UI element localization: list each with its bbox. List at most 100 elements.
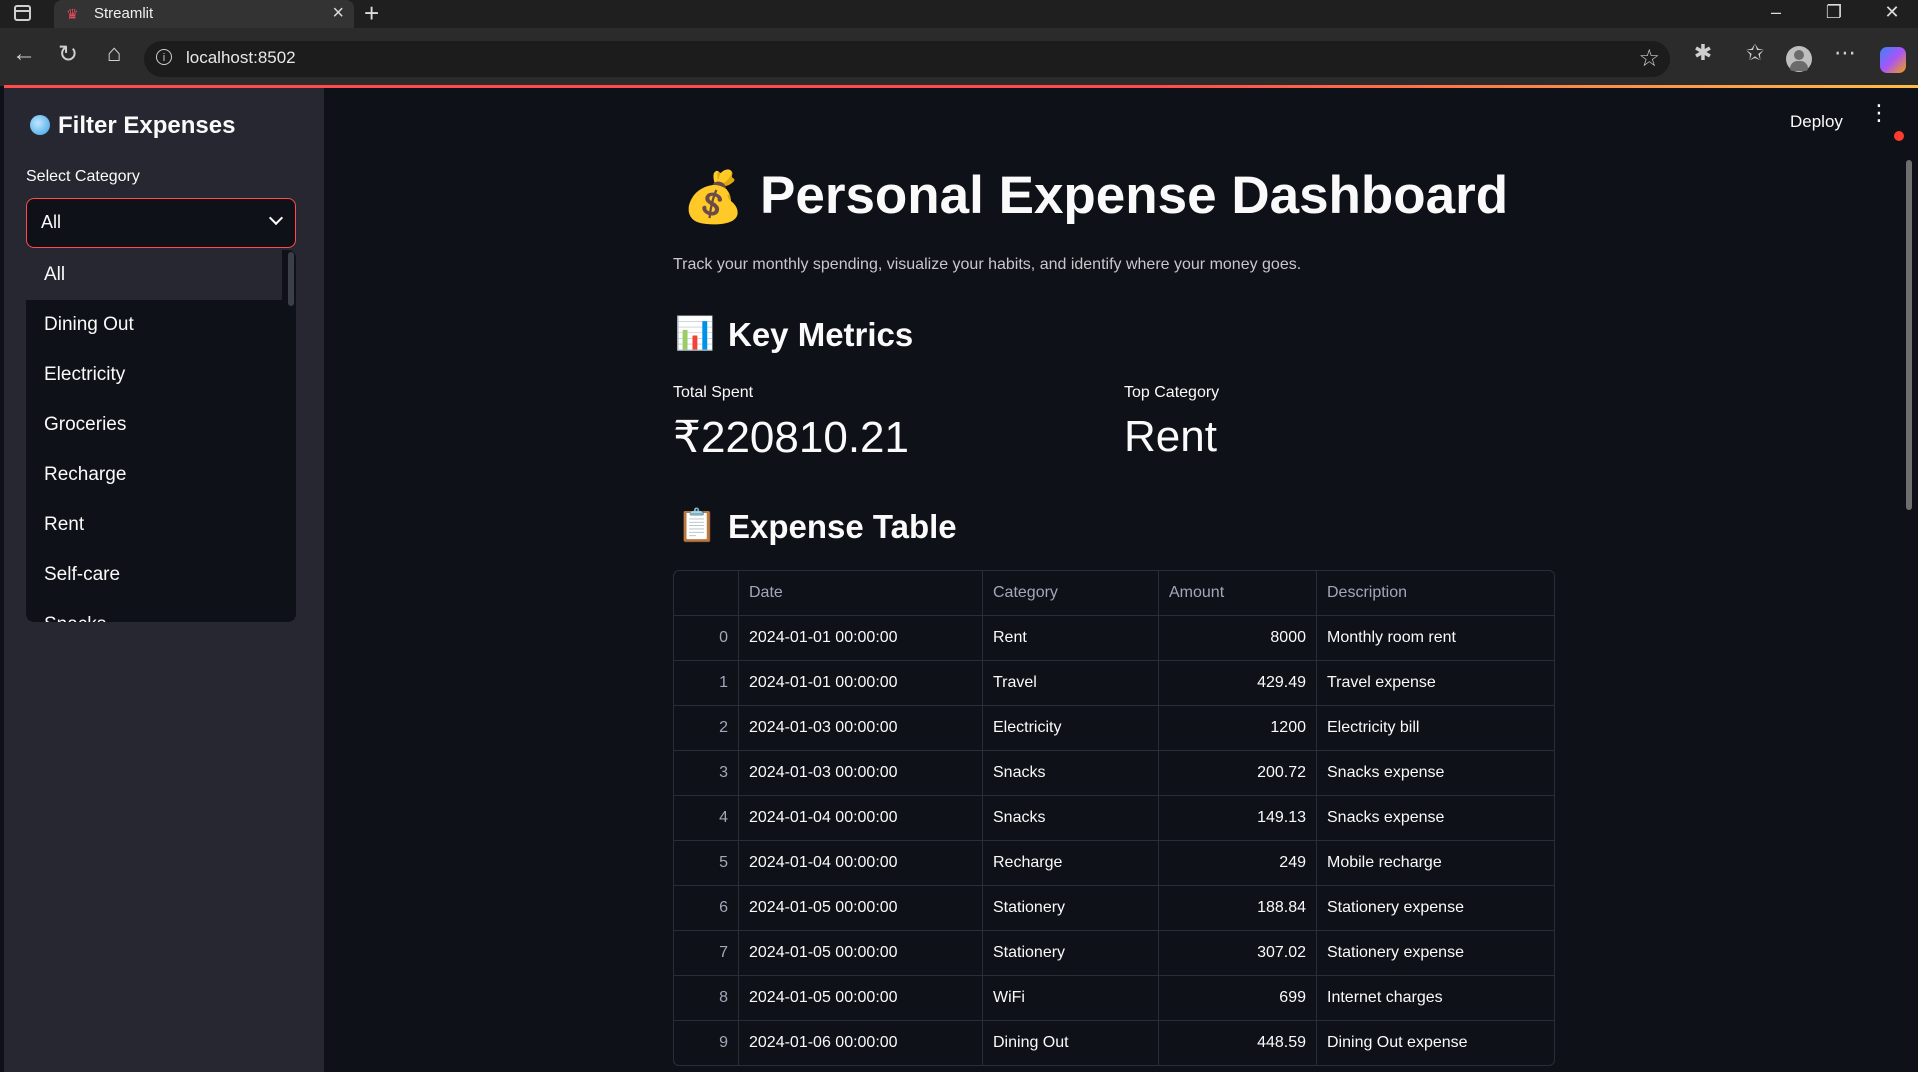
amount-cell[interactable]: 699 [1158, 976, 1316, 1020]
row-index-cell[interactable]: 4 [674, 796, 738, 840]
column-header-description[interactable]: Description [1316, 571, 1554, 615]
table-row[interactable]: 6 2024-01-05 00:00:00 Stationery 188.84 Stat… [674, 885, 1554, 930]
description-cell[interactable]: Internet charges [1316, 976, 1554, 1020]
category-cell[interactable]: Snacks [982, 751, 1158, 795]
row-index-cell[interactable]: 5 [674, 841, 738, 885]
description-cell[interactable]: Stationery expense [1316, 931, 1554, 975]
date-cell[interactable]: 2024-01-03 00:00:00 [738, 706, 982, 750]
description-cell[interactable]: Snacks expense [1316, 796, 1554, 840]
category-cell[interactable]: Rent [982, 616, 1158, 660]
amount-cell[interactable]: 307.02 [1158, 931, 1316, 975]
expense-table[interactable]: Date Category Amount Description 0 2024-0… [673, 570, 1555, 1066]
row-index-cell[interactable]: 2 [674, 706, 738, 750]
favorites-icon[interactable]: ✩ [1738, 40, 1772, 66]
new-tab-icon[interactable]: + [364, 0, 379, 29]
category-cell[interactable]: Recharge [982, 841, 1158, 885]
table-row[interactable]: 3 2024-01-03 00:00:00 Snacks 200.72 Snacks e… [674, 750, 1554, 795]
category-dropdown-list[interactable]: All Dining Out Electricity Groceries Rec… [26, 250, 296, 622]
table-row[interactable]: 1 2024-01-01 00:00:00 Travel 429.49 Travel e… [674, 660, 1554, 705]
chevron-down-icon[interactable] [268, 210, 284, 226]
restore-icon[interactable]: ❐ [1814, 2, 1854, 23]
dropdown-option-dining-out[interactable]: Dining Out [26, 300, 282, 350]
column-header-amount[interactable]: Amount [1158, 571, 1316, 615]
amount-cell[interactable]: 200.72 [1158, 751, 1316, 795]
row-index-cell[interactable]: 1 [674, 661, 738, 705]
browser-tab[interactable]: ♛ Streamlit × [54, 0, 354, 28]
more-options-icon[interactable]: ⋯ [1828, 40, 1862, 66]
profile-avatar[interactable] [1786, 46, 1812, 72]
description-cell[interactable]: Snacks expense [1316, 751, 1554, 795]
description-cell[interactable]: Dining Out expense [1316, 1021, 1554, 1065]
deploy-button[interactable]: Deploy [1790, 112, 1843, 132]
amount-cell[interactable]: 149.13 [1158, 796, 1316, 840]
date-cell[interactable]: 2024-01-05 00:00:00 [738, 931, 982, 975]
dropdown-option-all[interactable]: All [26, 250, 282, 300]
dropdown-scrollbar[interactable] [288, 252, 294, 306]
dropdown-option-snacks[interactable]: Snacks [26, 600, 282, 622]
tab-actions-icon[interactable] [14, 5, 31, 21]
column-header-date[interactable]: Date [738, 571, 982, 615]
minimize-icon[interactable]: – [1756, 2, 1796, 23]
category-cell[interactable]: Dining Out [982, 1021, 1158, 1065]
dropdown-option-self-care[interactable]: Self-care [26, 550, 282, 600]
date-cell[interactable]: 2024-01-04 00:00:00 [738, 841, 982, 885]
reload-icon[interactable]: ↻ [52, 40, 84, 69]
row-index-cell[interactable]: 6 [674, 886, 738, 930]
home-icon[interactable]: ⌂ [98, 40, 130, 68]
column-header-index[interactable] [674, 571, 738, 615]
extensions-icon[interactable]: ✱ [1686, 40, 1720, 66]
amount-cell[interactable]: 188.84 [1158, 886, 1316, 930]
category-cell[interactable]: Stationery [982, 886, 1158, 930]
category-select[interactable]: All [26, 198, 296, 248]
address-bar[interactable]: i localhost:8502 ☆ [144, 41, 1670, 77]
description-cell[interactable]: Travel expense [1316, 661, 1554, 705]
row-index-cell[interactable]: 0 [674, 616, 738, 660]
main-scrollbar[interactable] [1906, 160, 1912, 510]
column-header-category[interactable]: Category [982, 571, 1158, 615]
date-cell[interactable]: 2024-01-03 00:00:00 [738, 751, 982, 795]
window-close-icon[interactable]: ✕ [1872, 2, 1912, 23]
category-cell[interactable]: Stationery [982, 931, 1158, 975]
amount-cell[interactable]: 448.59 [1158, 1021, 1316, 1065]
dropdown-option-rent[interactable]: Rent [26, 500, 282, 550]
site-info-icon[interactable]: i [156, 49, 172, 65]
row-index-cell[interactable]: 9 [674, 1021, 738, 1065]
table-row[interactable]: 2 2024-01-03 00:00:00 Electricity 1200 Elect… [674, 705, 1554, 750]
url-text[interactable]: localhost:8502 [186, 48, 296, 68]
main-menu-icon[interactable]: ⋮ [1868, 102, 1890, 124]
favorite-star-icon[interactable]: ☆ [1638, 44, 1660, 73]
table-row[interactable]: 4 2024-01-04 00:00:00 Snacks 149.13 Snacks e… [674, 795, 1554, 840]
description-cell[interactable]: Mobile recharge [1316, 841, 1554, 885]
table-row[interactable]: 7 2024-01-05 00:00:00 Stationery 307.02 Stat… [674, 930, 1554, 975]
row-index-cell[interactable]: 7 [674, 931, 738, 975]
date-cell[interactable]: 2024-01-05 00:00:00 [738, 976, 982, 1020]
dropdown-option-recharge[interactable]: Recharge [26, 450, 282, 500]
back-icon[interactable]: ← [8, 40, 40, 68]
amount-cell[interactable]: 1200 [1158, 706, 1316, 750]
table-row[interactable]: 5 2024-01-04 00:00:00 Recharge 249 Mobile re… [674, 840, 1554, 885]
date-cell[interactable]: 2024-01-04 00:00:00 [738, 796, 982, 840]
row-index-cell[interactable]: 8 [674, 976, 738, 1020]
category-cell[interactable]: Electricity [982, 706, 1158, 750]
description-cell[interactable]: Electricity bill [1316, 706, 1554, 750]
date-cell[interactable]: 2024-01-01 00:00:00 [738, 661, 982, 705]
description-cell[interactable]: Stationery expense [1316, 886, 1554, 930]
date-cell[interactable]: 2024-01-01 00:00:00 [738, 616, 982, 660]
description-cell[interactable]: Monthly room rent [1316, 616, 1554, 660]
tab-close-icon[interactable]: × [332, 2, 344, 25]
table-row[interactable]: 8 2024-01-05 00:00:00 WiFi 699 Internet char… [674, 975, 1554, 1020]
dropdown-option-groceries[interactable]: Groceries [26, 400, 282, 450]
copilot-icon[interactable] [1880, 47, 1906, 73]
amount-cell[interactable]: 429.49 [1158, 661, 1316, 705]
date-cell[interactable]: 2024-01-05 00:00:00 [738, 886, 982, 930]
amount-cell[interactable]: 8000 [1158, 616, 1316, 660]
category-cell[interactable]: Travel [982, 661, 1158, 705]
table-row[interactable]: 0 2024-01-01 00:00:00 Rent 8000 Monthly room… [674, 615, 1554, 660]
category-cell[interactable]: Snacks [982, 796, 1158, 840]
row-index-cell[interactable]: 3 [674, 751, 738, 795]
category-cell[interactable]: WiFi [982, 976, 1158, 1020]
dropdown-option-electricity[interactable]: Electricity [26, 350, 282, 400]
table-row[interactable]: 9 2024-01-06 00:00:00 Dining Out 448.59 Dini… [674, 1020, 1554, 1065]
date-cell[interactable]: 2024-01-06 00:00:00 [738, 1021, 982, 1065]
amount-cell[interactable]: 249 [1158, 841, 1316, 885]
